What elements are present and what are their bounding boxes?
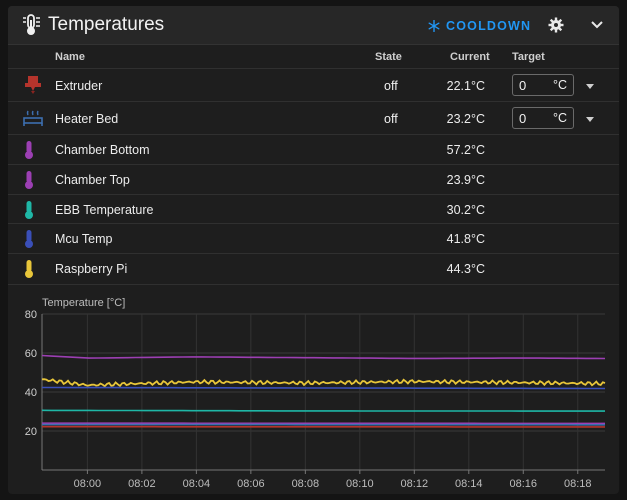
temperature-chart[interactable]: Temperature [°C] 20 40 60 80 08:00 08:02 08:04 0…	[8, 292, 619, 494]
x-tick-label: 08:02	[128, 478, 156, 490]
x-tick-label: 08:10	[346, 478, 374, 490]
y-tick-label: 60	[25, 348, 37, 360]
sensor-name: Chamber Top	[55, 173, 130, 187]
sensor-current: 57.2°C	[446, 143, 485, 157]
target-value: 0	[519, 110, 527, 126]
target-unit: °C	[552, 111, 567, 125]
x-tick-label: 08:12	[401, 478, 429, 490]
sensor-name: Chamber Bottom	[55, 143, 150, 157]
y-axis-label: Temperature [°C]	[42, 297, 125, 309]
table-row: EBB Temperature 30.2°C	[8, 194, 619, 224]
x-tick-label: 08:14	[455, 478, 483, 490]
x-tick-label: 08:00	[74, 478, 102, 490]
table-row: Chamber Bottom 57.2°C	[8, 134, 619, 165]
thermometer-icon	[25, 260, 33, 278]
y-tick-label: 40	[25, 387, 37, 399]
snowflake-icon	[428, 20, 440, 32]
table-row: Chamber Top 23.9°C	[8, 164, 619, 195]
x-tick-label: 08:16	[510, 478, 538, 490]
cooldown-button[interactable]: COOLDOWN	[428, 17, 531, 35]
x-tick-label: 08:04	[183, 478, 211, 490]
x-tick-label: 08:08	[292, 478, 320, 490]
column-current-header: Current	[450, 51, 490, 63]
series-line-0	[41, 354, 606, 360]
sensor-current: 41.8°C	[446, 232, 485, 246]
column-state-header: State	[375, 51, 402, 63]
thermometer-icon	[25, 171, 33, 189]
sensor-name: Mcu Temp	[55, 232, 113, 246]
extruder-icon	[25, 76, 41, 94]
thermometer-icon	[25, 141, 33, 159]
temperatures-panel: Temperatures COOLDOWN Name State Current…	[8, 6, 619, 494]
panel-title: Temperatures	[48, 14, 165, 35]
x-tick-label: 08:18	[564, 478, 592, 490]
sensor-state: off	[384, 112, 398, 126]
series-line-1	[41, 378, 606, 388]
chevron-down-icon[interactable]	[590, 19, 604, 31]
table-header: Name State Current Target	[8, 45, 619, 68]
target-input[interactable]: 0 °C	[512, 107, 574, 129]
target-unit: °C	[552, 78, 567, 92]
series-line-2	[42, 386, 605, 390]
sensor-current: 23.2°C	[446, 112, 485, 126]
table-row: Raspberry Pi 44.3°C	[8, 253, 619, 285]
target-dropdown-arrow-icon[interactable]	[585, 115, 595, 123]
thermometer-icon	[25, 230, 33, 248]
table-row: Mcu Temp 41.8°C	[8, 223, 619, 254]
table-row: Extruder off 22.1°C 0 °C	[8, 68, 619, 102]
cooldown-label: COOLDOWN	[446, 19, 532, 33]
gear-icon[interactable]	[548, 17, 564, 33]
sensor-name: Heater Bed	[55, 112, 119, 126]
heater-bed-icon	[23, 110, 43, 126]
thermometer-header-icon	[23, 14, 40, 35]
target-input[interactable]: 0 °C	[512, 74, 574, 96]
sensor-current: 23.9°C	[446, 173, 485, 187]
column-name-header: Name	[55, 51, 85, 63]
y-tick-label: 80	[25, 309, 37, 321]
y-tick-label: 20	[25, 426, 37, 438]
table-row: Heater Bed off 23.2°C 0 °C	[8, 101, 619, 135]
column-target-header: Target	[512, 51, 545, 63]
sensor-name: Raspberry Pi	[55, 262, 128, 276]
x-tick-label: 08:06	[237, 478, 265, 490]
target-dropdown-arrow-icon[interactable]	[585, 82, 595, 90]
panel-header: Temperatures COOLDOWN	[8, 6, 619, 45]
thermometer-icon	[25, 201, 33, 219]
sensor-name: Extruder	[55, 79, 103, 93]
sensor-state: off	[384, 79, 398, 93]
sensor-current: 44.3°C	[446, 262, 485, 276]
sensor-name: EBB Temperature	[55, 203, 154, 217]
sensor-current: 30.2°C	[446, 203, 485, 217]
series-line-3	[41, 409, 605, 412]
sensor-current: 22.1°C	[446, 79, 485, 93]
target-value: 0	[519, 77, 527, 93]
